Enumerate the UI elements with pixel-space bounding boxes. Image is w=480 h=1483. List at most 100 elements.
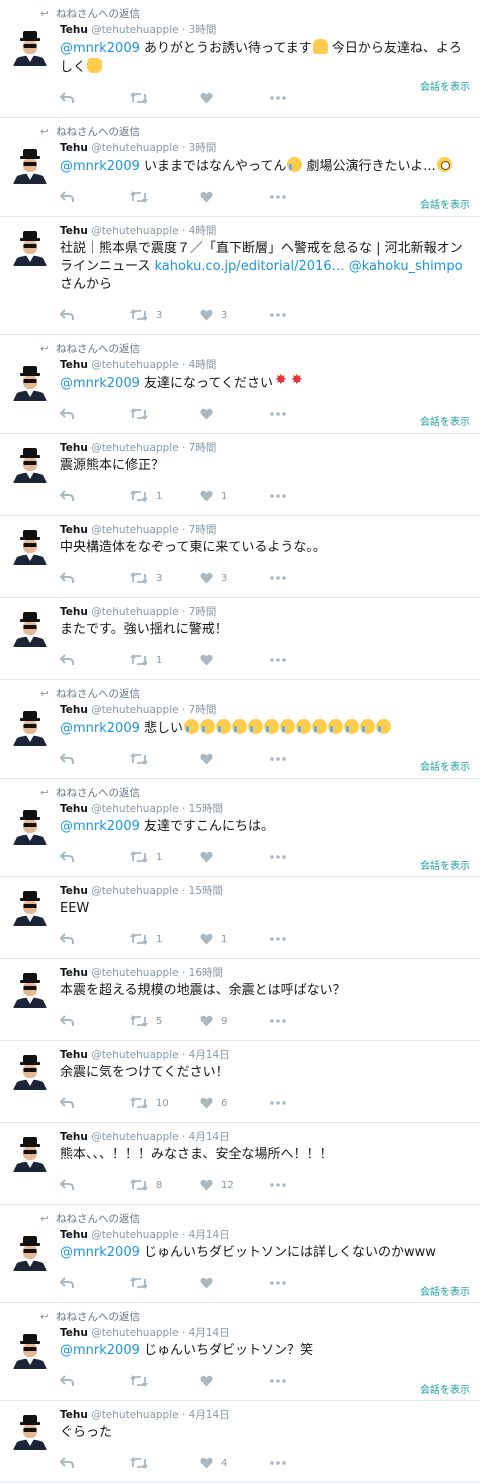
external-link[interactable]: kahoku.co.jp/editorial/2016… @kahoku_shi…: [154, 259, 462, 274]
retweet-button[interactable]: 3: [130, 309, 200, 321]
more-button[interactable]: [270, 412, 294, 416]
reply-context[interactable]: ↩ ねねさんへの返信: [40, 1309, 472, 1325]
user-handle[interactable]: @tehutehuapple: [91, 803, 178, 815]
reply-button[interactable]: [60, 408, 130, 420]
tweet[interactable]: ↩ ねねさんへの返信 Tehu @tehutehuapple · 4月14日 @m…: [0, 1303, 480, 1401]
retweet-button[interactable]: 5: [130, 1015, 200, 1027]
avatar[interactable]: [11, 1134, 49, 1172]
user-handle[interactable]: @tehutehuapple: [91, 1327, 178, 1339]
mention-link[interactable]: @mnrk2009: [60, 376, 140, 391]
show-conversation-link[interactable]: 会話を表示: [420, 857, 470, 872]
avatar[interactable]: [11, 363, 49, 401]
retweet-button[interactable]: 1: [130, 851, 200, 863]
tweet-timestamp[interactable]: 7時間: [189, 442, 217, 454]
retweet-button[interactable]: [130, 1457, 200, 1469]
reply-button[interactable]: [60, 654, 130, 666]
avatar[interactable]: [11, 445, 49, 483]
tweet-timestamp[interactable]: 4月14日: [189, 1327, 230, 1339]
tweet-timestamp[interactable]: 15時間: [189, 803, 223, 815]
tweet[interactable]: Tehu @tehutehuapple · 4月14日 ぐらった 4: [0, 1401, 480, 1483]
more-button[interactable]: [270, 1101, 294, 1105]
user-handle[interactable]: @tehutehuapple: [91, 1409, 178, 1421]
reply-button[interactable]: [60, 1179, 130, 1191]
user-handle[interactable]: @tehutehuapple: [91, 359, 178, 371]
user-handle[interactable]: @tehutehuapple: [91, 704, 178, 716]
avatar[interactable]: [11, 527, 49, 565]
more-button[interactable]: [270, 96, 294, 100]
tweet[interactable]: Tehu @tehutehuapple · 4月14日 熊本、、、！！！みなさま…: [0, 1123, 480, 1205]
more-button[interactable]: [270, 1183, 294, 1187]
mention-link[interactable]: @mnrk2009: [60, 1245, 140, 1260]
tweet[interactable]: Tehu @tehutehuapple · 4月14日 余震に気をつけてください…: [0, 1041, 480, 1123]
reply-button[interactable]: [60, 572, 130, 584]
avatar[interactable]: [11, 1412, 49, 1450]
reply-button[interactable]: [60, 191, 130, 203]
reply-button[interactable]: [60, 1097, 130, 1109]
retweet-button[interactable]: [130, 753, 200, 765]
user-handle[interactable]: @tehutehuapple: [91, 967, 178, 979]
like-button[interactable]: [200, 92, 270, 104]
reply-button[interactable]: [60, 933, 130, 945]
more-button[interactable]: [270, 576, 294, 580]
reply-button[interactable]: [60, 1277, 130, 1289]
reply-button[interactable]: [60, 490, 130, 502]
reply-button[interactable]: [60, 309, 130, 321]
retweet-button[interactable]: [130, 408, 200, 420]
like-button[interactable]: 3: [200, 572, 270, 584]
user-handle[interactable]: @tehutehuapple: [91, 1229, 178, 1241]
avatar[interactable]: [11, 708, 49, 746]
retweet-button[interactable]: [130, 92, 200, 104]
tweet[interactable]: ↩ ねねさんへの返信 Tehu @tehutehuapple · 7時間 @mnr…: [0, 680, 480, 779]
display-name[interactable]: Tehu: [60, 967, 88, 979]
reply-context[interactable]: ↩ ねねさんへの返信: [40, 341, 472, 357]
display-name[interactable]: Tehu: [60, 1327, 88, 1339]
tweet-timestamp[interactable]: 4月14日: [189, 1049, 230, 1061]
display-name[interactable]: Tehu: [60, 24, 88, 36]
show-conversation-link[interactable]: 会話を表示: [420, 1283, 470, 1298]
tweet[interactable]: Tehu @tehutehuapple · 16時間 本震を超える規模の地震は、…: [0, 959, 480, 1041]
display-name[interactable]: Tehu: [60, 1409, 88, 1421]
retweet-button[interactable]: [130, 1277, 200, 1289]
user-handle[interactable]: @tehutehuapple: [91, 24, 178, 36]
avatar[interactable]: [11, 970, 49, 1008]
show-conversation-link[interactable]: 会話を表示: [420, 758, 470, 773]
retweet-button[interactable]: 1: [130, 654, 200, 666]
avatar[interactable]: [11, 609, 49, 647]
tweet-timestamp[interactable]: 4月14日: [189, 1229, 230, 1241]
user-handle[interactable]: @tehutehuapple: [91, 225, 178, 237]
more-button[interactable]: [270, 1379, 294, 1383]
more-button[interactable]: [270, 1019, 294, 1023]
retweet-button[interactable]: [130, 1375, 200, 1387]
reply-context[interactable]: ↩ ねねさんへの返信: [40, 124, 472, 140]
tweet[interactable]: ↩ ねねさんへの返信 Tehu @tehutehuapple · 4月14日 @m…: [0, 1205, 480, 1303]
more-button[interactable]: [270, 658, 294, 662]
tweet-timestamp[interactable]: 7時間: [189, 606, 217, 618]
user-handle[interactable]: @tehutehuapple: [91, 142, 178, 154]
display-name[interactable]: Tehu: [60, 1049, 88, 1061]
user-handle[interactable]: @tehutehuapple: [91, 885, 178, 897]
reply-context[interactable]: ↩ ねねさんへの返信: [40, 686, 472, 702]
like-button[interactable]: 3: [200, 309, 270, 321]
tweet-timestamp[interactable]: 4月14日: [189, 1409, 230, 1421]
tweet[interactable]: Tehu @tehutehuapple · 7時間 中央構造体をなぞって東に来て…: [0, 516, 480, 598]
retweet-button[interactable]: 1: [130, 490, 200, 502]
like-button[interactable]: [200, 654, 270, 666]
reply-button[interactable]: [60, 1457, 130, 1469]
more-button[interactable]: [270, 494, 294, 498]
avatar[interactable]: [11, 888, 49, 926]
more-button[interactable]: [270, 313, 294, 317]
show-conversation-link[interactable]: 会話を表示: [420, 196, 470, 211]
more-button[interactable]: [270, 937, 294, 941]
display-name[interactable]: Tehu: [60, 142, 88, 154]
avatar[interactable]: [11, 1052, 49, 1090]
tweet-timestamp[interactable]: 3時間: [189, 142, 217, 154]
avatar[interactable]: [11, 146, 49, 184]
display-name[interactable]: Tehu: [60, 359, 88, 371]
reply-button[interactable]: [60, 851, 130, 863]
avatar[interactable]: [11, 807, 49, 845]
retweet-button[interactable]: 3: [130, 572, 200, 584]
avatar[interactable]: [11, 28, 49, 66]
retweet-button[interactable]: 10: [130, 1097, 200, 1109]
like-button[interactable]: 1: [200, 490, 270, 502]
show-conversation-link[interactable]: 会話を表示: [420, 1381, 470, 1396]
